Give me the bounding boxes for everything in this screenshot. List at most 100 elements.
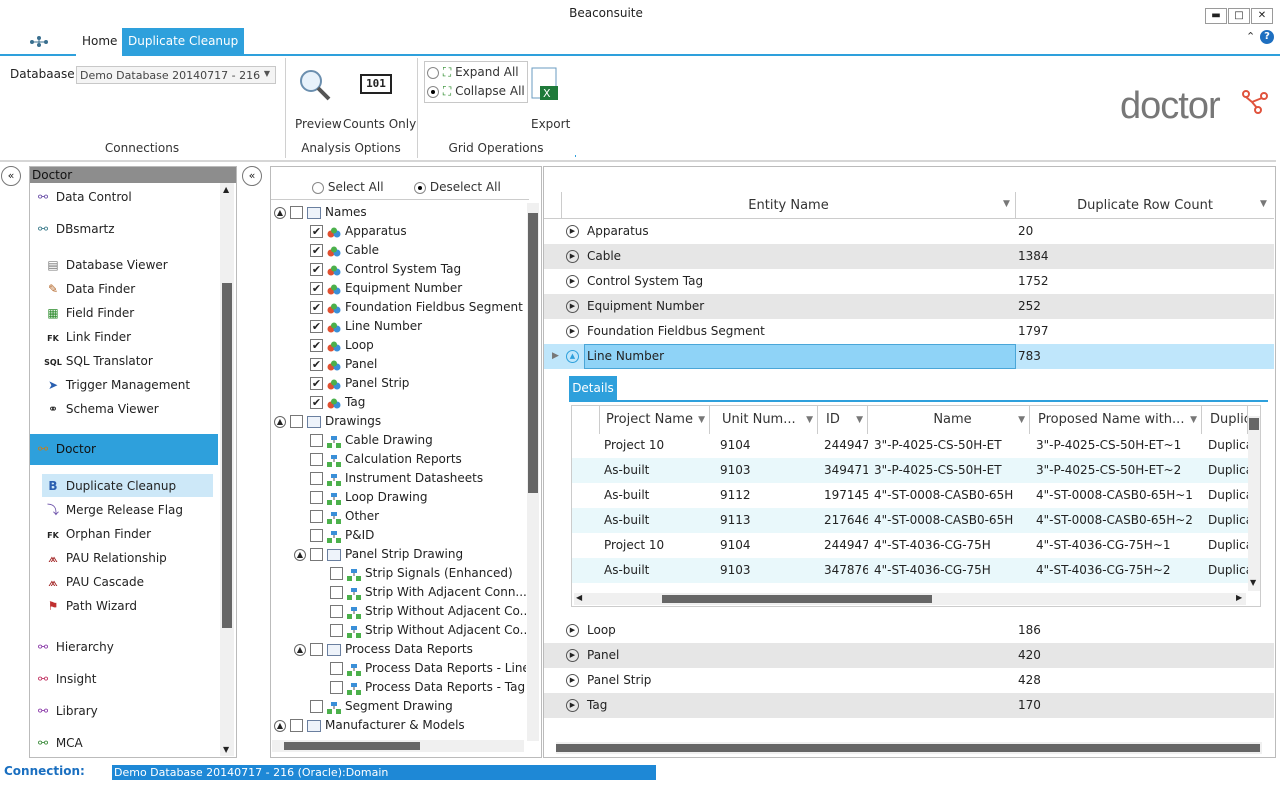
details-row[interactable]: As-built 9113 2176468 4"-ST-0008-CASB0-65H 4… (572, 508, 1248, 533)
tab-duplicate-cleanup[interactable]: Duplicate Cleanup (122, 28, 245, 56)
col-entity-name[interactable]: Entity Name (562, 192, 1016, 219)
details-row[interactable]: Project 10 9104 2449470 4"-ST-4036-CG-75H 4"… (572, 533, 1248, 558)
details-col-header[interactable]: Proposed Name with... ▼ (1032, 406, 1202, 434)
scroll-left-icon[interactable]: ◀ (576, 593, 582, 602)
col-duplicate-row-count[interactable]: Duplicate Row Count (1017, 192, 1273, 219)
filter-icon[interactable]: ▼ (1260, 199, 1267, 209)
nav-item-mca[interactable]: ⚯ MCA (34, 732, 220, 754)
tree-hscrollbar-thumb[interactable] (284, 742, 420, 750)
grid-row[interactable]: ▶ Control System Tag 1752 (544, 269, 1274, 294)
grid-row[interactable]: ▶ Cable 1384 (544, 244, 1274, 269)
tree-node[interactable]: ▲ Drawings (274, 412, 526, 431)
row-expand-icon[interactable]: ▶ (566, 275, 579, 288)
tab-details[interactable]: Details (569, 376, 617, 400)
collapse-all-radio[interactable]: ⛶ Collapse All (427, 84, 525, 99)
close-button[interactable]: ✕ (1251, 8, 1273, 24)
nav-item-duplicate-cleanup[interactable]: B Duplicate Cleanup (44, 475, 230, 497)
collapse-node-icon[interactable]: ▲ (294, 643, 306, 656)
tree-node[interactable]: Strip Signals (Enhanced) (274, 564, 526, 583)
minimize-button[interactable]: ▬ (1205, 8, 1227, 24)
details-col-header[interactable]: Unit Num... ▼ (716, 406, 818, 434)
nav-collapse-button[interactable]: « (1, 166, 21, 186)
counts-icon[interactable]: 101 (360, 74, 392, 94)
tree-checkbox[interactable] (310, 453, 323, 466)
tree-checkbox[interactable] (310, 491, 323, 504)
tree-node[interactable]: ✔ Panel (274, 355, 526, 374)
nav-item-orphan-finder[interactable]: FK Orphan Finder (44, 523, 230, 545)
tree-checkbox[interactable] (310, 548, 323, 561)
excel-export-icon[interactable]: X (530, 66, 560, 105)
tree-checkbox[interactable] (330, 567, 343, 580)
select-all-radio[interactable]: Select All (312, 180, 384, 194)
tree-node[interactable]: ✔ Apparatus (274, 222, 526, 241)
row-expanded-icon[interactable]: ▲ (566, 350, 579, 363)
tree-node[interactable]: Strip Without Adjacent Co... (274, 621, 526, 640)
tab-home[interactable]: Home (76, 28, 124, 56)
tree-node[interactable]: Segment Drawing (274, 697, 526, 716)
nav-item-pau-relationship[interactable]: ⩕ PAU Relationship (44, 547, 230, 569)
tree-node[interactable]: Process Data Reports - Line (274, 659, 526, 678)
nav-item-path-wizard[interactable]: ⚑ Path Wizard (44, 595, 230, 617)
details-col-header[interactable]: Name ▼ (870, 406, 1030, 434)
deselect-all-radio[interactable]: Deselect All (414, 180, 501, 194)
filter-icon[interactable]: ▼ (1003, 199, 1010, 209)
row-expand-icon[interactable]: ▶ (566, 325, 579, 338)
filter-icon[interactable]: ▼ (698, 406, 705, 434)
grid-row[interactable]: ▶ Panel 420 (544, 643, 1274, 668)
database-select[interactable]: Demo Database 20140717 - 216 ▼ (76, 66, 276, 84)
row-expand-icon[interactable]: ▶ (566, 674, 579, 687)
row-expand-icon[interactable]: ▶ (566, 699, 579, 712)
details-col-header[interactable]: Project Name ▼ (600, 406, 710, 434)
tree-checkbox[interactable]: ✔ (310, 301, 323, 314)
nav-item-library[interactable]: ⚯ Library (34, 700, 220, 722)
tree-node[interactable]: ✔ Cable (274, 241, 526, 260)
tree-collapse-button[interactable]: « (242, 166, 262, 186)
collapse-node-icon[interactable]: ▲ (274, 206, 286, 219)
nav-item-dbsmartz[interactable]: ⚯ DBsmartz (34, 218, 220, 240)
grid-row[interactable]: ▶ Loop 186 (544, 618, 1274, 643)
details-row[interactable]: As-built 9112 1971458 4"-ST-0008-CASB0-65H 4… (572, 483, 1248, 508)
tree-checkbox[interactable] (330, 624, 343, 637)
tree-node[interactable]: Loop Drawing (274, 488, 526, 507)
tree-node[interactable]: P&ID (274, 526, 526, 545)
row-expand-icon[interactable]: ▶ (566, 649, 579, 662)
scroll-right-icon[interactable]: ▶ (1236, 593, 1242, 602)
row-expand-icon[interactable]: ▶ (566, 225, 579, 238)
tree-checkbox[interactable] (290, 206, 303, 219)
tree-node[interactable]: ▲ Names (274, 203, 526, 222)
scroll-up-icon[interactable]: ▲ (223, 185, 229, 194)
tree-node[interactable]: Process Data Reports - Tag (274, 678, 526, 697)
tree-node[interactable]: ✔ Equipment Number (274, 279, 526, 298)
tree-checkbox[interactable]: ✔ (310, 396, 323, 409)
scroll-down-icon[interactable]: ▼ (1250, 578, 1256, 587)
tree-checkbox[interactable]: ✔ (310, 377, 323, 390)
tree-node[interactable]: Calculation Reports (274, 450, 526, 469)
nav-item-hierarchy[interactable]: ⚯ Hierarchy (34, 636, 220, 658)
expand-all-radio[interactable]: ⛶ Expand All (427, 65, 519, 80)
tree-node[interactable]: ✔ Loop (274, 336, 526, 355)
filter-icon[interactable]: ▼ (856, 406, 863, 434)
export-button[interactable]: Export (531, 117, 570, 131)
nav-item-schema-viewer[interactable]: ⚭ Schema Viewer (44, 398, 230, 420)
tree-checkbox[interactable] (290, 719, 303, 732)
nav-item-link-finder[interactable]: FK Link Finder (44, 326, 230, 348)
grid-row-selected[interactable]: ▶ ▲ Line Number 783 (544, 344, 1274, 369)
details-row[interactable]: As-built 9103 347876 4"-ST-4036-CG-75H 4"-ST… (572, 558, 1248, 583)
grid-row[interactable]: ▶ Tag 170 (544, 693, 1274, 718)
tree-checkbox[interactable] (330, 586, 343, 599)
row-expand-icon[interactable]: ▶ (566, 300, 579, 313)
details-hscrollbar-thumb[interactable] (662, 595, 932, 603)
nav-item-database-viewer[interactable]: ▤ Database Viewer (44, 254, 230, 276)
nav-item-doctor[interactable]: ⚯ Doctor (34, 438, 220, 460)
nav-item-merge-release-flag[interactable]: ⤵ Merge Release Flag (44, 499, 230, 521)
nav-scrollbar-thumb[interactable] (222, 283, 232, 628)
app-menu-icon[interactable] (28, 33, 50, 52)
collapse-node-icon[interactable]: ▲ (274, 415, 286, 428)
tree-checkbox[interactable] (310, 529, 323, 542)
filter-icon[interactable]: ▼ (1190, 406, 1197, 434)
filter-icon[interactable]: ▼ (806, 406, 813, 434)
details-vscrollbar-thumb[interactable] (1249, 418, 1259, 430)
grid-row[interactable]: ▶ Foundation Fieldbus Segment 1797 (544, 319, 1274, 344)
tree-node[interactable]: ▲ Panel Strip Drawing (274, 545, 526, 564)
nav-item-field-finder[interactable]: ▦ Field Finder (44, 302, 230, 324)
